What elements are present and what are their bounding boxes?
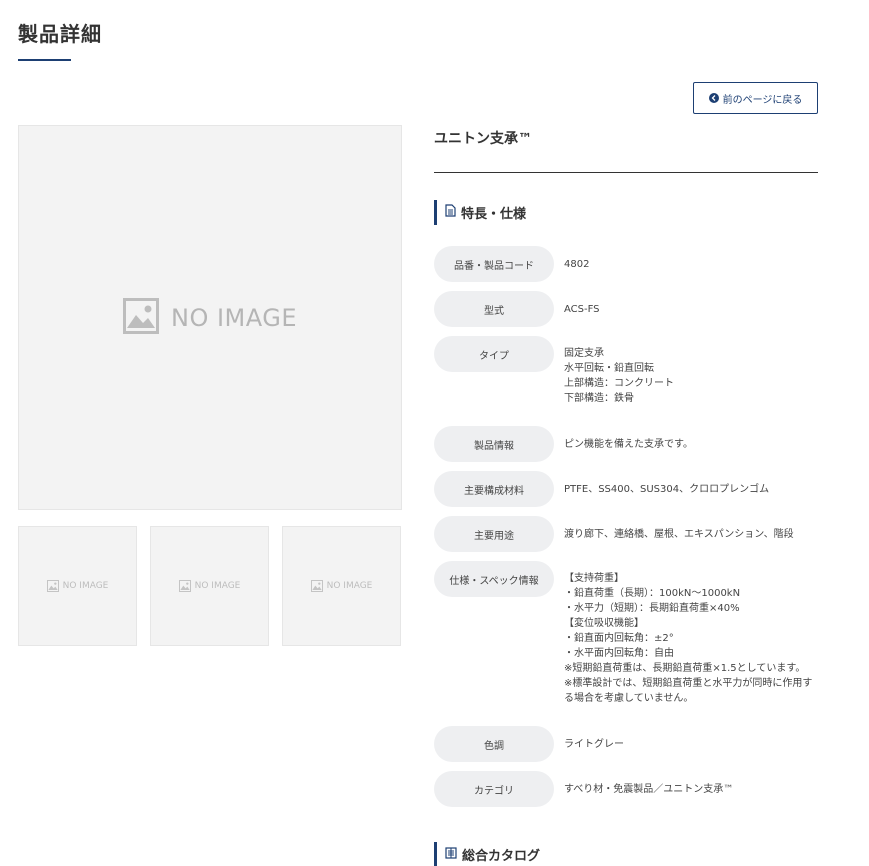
- no-image-text: NO IMAGE: [194, 581, 241, 591]
- spec-label: 主要構成材料: [434, 471, 554, 507]
- no-image-text: NO IMAGE: [326, 581, 373, 591]
- divider: [434, 172, 818, 173]
- product-name: ユニトン支承™: [434, 131, 532, 147]
- title-underline: [18, 59, 71, 61]
- back-button[interactable]: 前のページに戻る: [693, 82, 818, 114]
- spec-value: 固定支承 水平回転・鉛直回転 上部構造：コンクリート 下部構造：鉄骨: [564, 348, 674, 404]
- back-button-label: 前のページに戻る: [722, 94, 803, 106]
- document-icon: [445, 204, 456, 221]
- section-heading-features: 特長・仕様: [434, 200, 526, 225]
- spec-value: 4802: [564, 259, 590, 270]
- spec-value: 渡り廊下、連絡橋、屋根、エキスパンション、階段: [564, 529, 794, 540]
- image-placeholder-icon: [310, 577, 323, 596]
- main-product-image: NO IMAGE: [18, 125, 402, 510]
- no-image-text: NO IMAGE: [62, 581, 109, 591]
- spec-label: タイプ: [434, 336, 554, 372]
- spec-label: 製品情報: [434, 426, 554, 462]
- thumbnail-2[interactable]: NO IMAGE: [150, 526, 269, 646]
- spec-value: 【支持荷重】 ・鉛直荷重（長期）：100kN〜1000kN ・水平力（短期）：長…: [564, 573, 813, 704]
- image-placeholder-icon: [46, 577, 59, 596]
- spec-value: ライトグレー: [564, 739, 624, 750]
- spec-label: 色調: [434, 726, 554, 762]
- spec-value: ピン機能を備えた支承です。: [564, 439, 693, 450]
- page-title: 製品詳細: [18, 22, 102, 46]
- spec-label: 型式: [434, 291, 554, 327]
- no-image-text: NO IMAGE: [170, 303, 297, 332]
- book-icon: [445, 846, 457, 863]
- image-placeholder-icon: [122, 297, 159, 338]
- section-title: 総合カタログ: [462, 849, 541, 864]
- spec-label: 主要用途: [434, 516, 554, 552]
- image-placeholder-icon: [178, 577, 191, 596]
- section-heading-catalog: 総合カタログ: [434, 842, 540, 866]
- section-title: 特長・仕様: [461, 207, 527, 222]
- spec-value: すべり材・免震製品／ユニトン支承™: [564, 784, 734, 795]
- spec-value: ACS-FS: [564, 304, 600, 315]
- spec-label: 品番・製品コード: [434, 246, 554, 282]
- thumbnail-3[interactable]: NO IMAGE: [282, 526, 401, 646]
- thumbnail-1[interactable]: NO IMAGE: [18, 526, 137, 646]
- spec-value: PTFE、SS400、SUS304、クロロプレンゴム: [564, 484, 770, 495]
- spec-label: カテゴリ: [434, 771, 554, 807]
- spec-label: 仕様・スペック情報: [434, 561, 554, 597]
- arrow-left-circle-icon: [708, 93, 719, 103]
